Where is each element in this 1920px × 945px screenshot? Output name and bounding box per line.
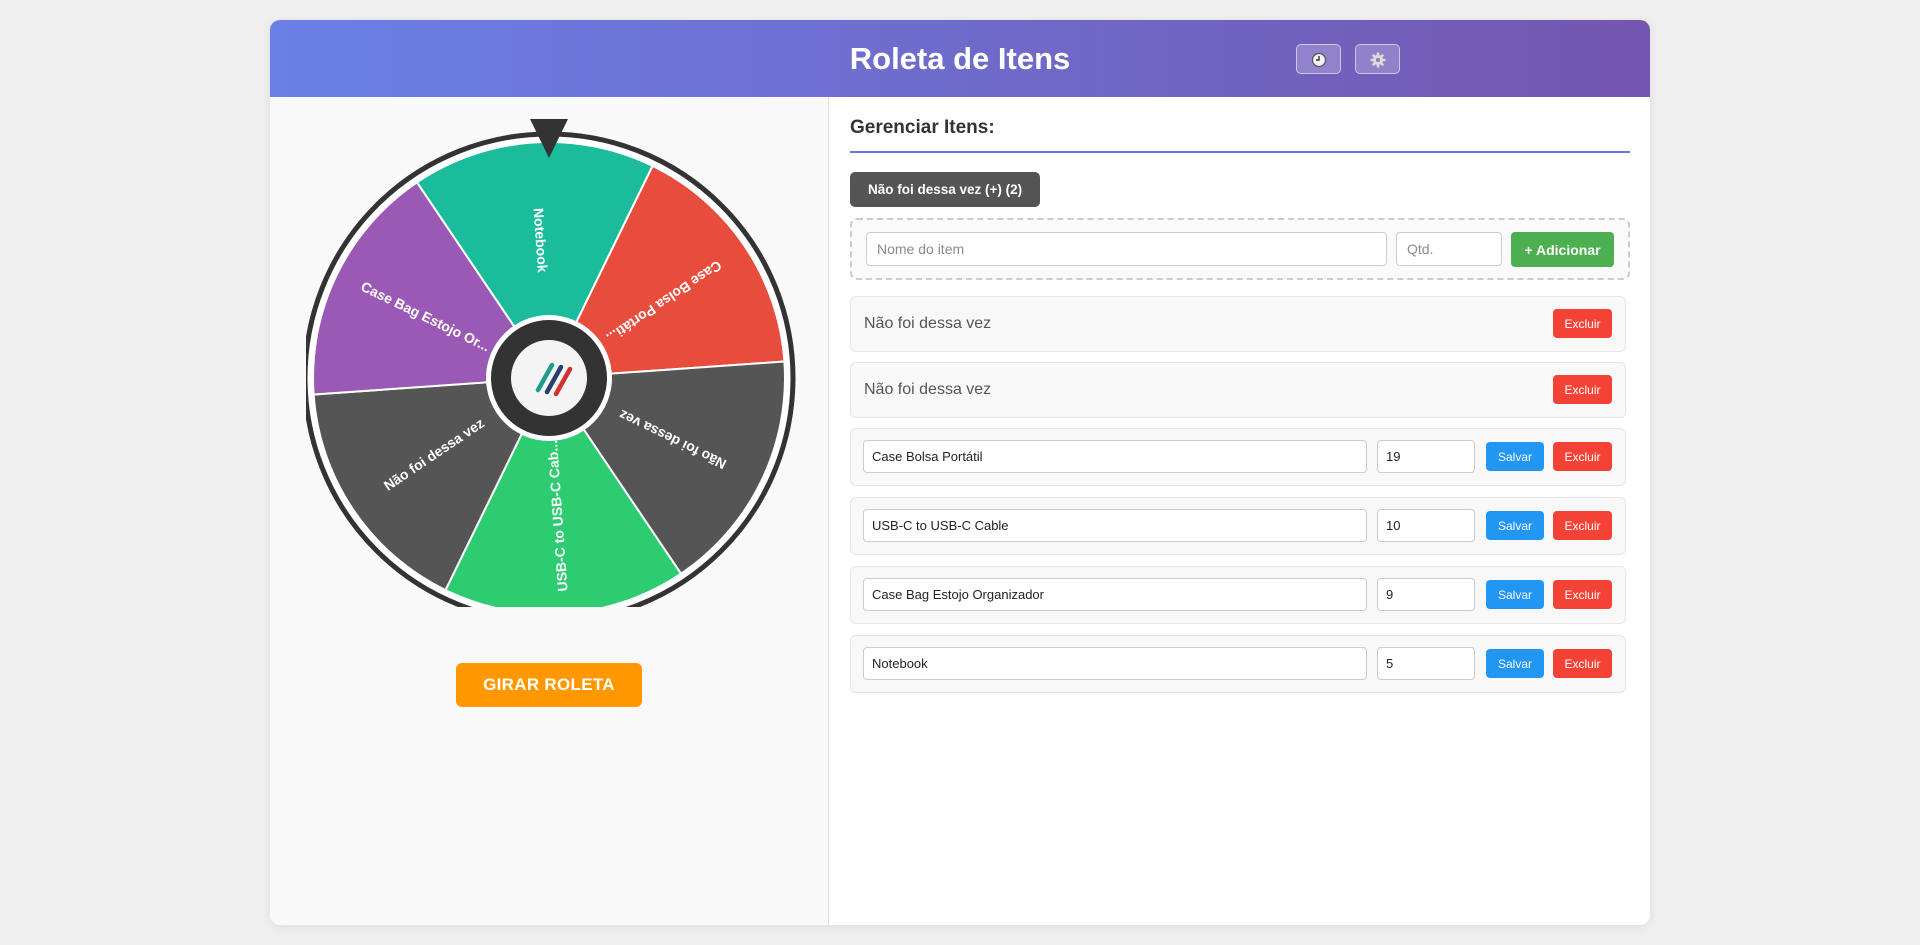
item-qty-field[interactable] bbox=[1377, 578, 1475, 611]
item-qty-input[interactable] bbox=[1396, 232, 1502, 266]
delete-button[interactable]: Excluir bbox=[1553, 375, 1612, 404]
spin-button[interactable]: GIRAR ROLETA bbox=[456, 663, 642, 707]
manage-panel: Gerenciar Itens: Não foi dessa vez (+) (… bbox=[850, 97, 1630, 925]
save-button[interactable]: Salvar bbox=[1486, 649, 1544, 678]
list-item: Salvar Excluir bbox=[850, 497, 1626, 555]
delete-button[interactable]: Excluir bbox=[1553, 649, 1612, 678]
item-label: Não foi dessa vez bbox=[864, 315, 992, 332]
header-bar: Roleta de Itens bbox=[270, 20, 1650, 97]
app-window: Roleta de Itens Case Bolsa Portáti... Nã… bbox=[270, 20, 1650, 925]
list-item: Não foi dessa vez Excluir bbox=[850, 296, 1626, 352]
add-item-button[interactable]: + Adicionar bbox=[1511, 232, 1614, 267]
gear-icon bbox=[1370, 52, 1386, 68]
item-name-field[interactable] bbox=[863, 647, 1367, 680]
item-label: Não foi dessa vez bbox=[864, 381, 992, 398]
clock-icon bbox=[1311, 52, 1327, 68]
item-name-field[interactable] bbox=[863, 440, 1367, 473]
history-button[interactable] bbox=[1296, 44, 1341, 74]
delete-button[interactable]: Excluir bbox=[1553, 580, 1612, 609]
list-item: Não foi dessa vez Excluir bbox=[850, 362, 1626, 418]
wheel-panel: Case Bolsa Portáti... Não foi dessa vez US… bbox=[270, 97, 829, 925]
prize-wheel[interactable]: Case Bolsa Portáti...Não foi dessa vezUS… bbox=[306, 107, 796, 607]
add-item-form: + Adicionar bbox=[850, 218, 1630, 280]
delete-button[interactable]: Excluir bbox=[1553, 309, 1612, 338]
item-name-field[interactable] bbox=[863, 509, 1367, 542]
delete-button[interactable]: Excluir bbox=[1553, 442, 1612, 471]
settings-button[interactable] bbox=[1355, 44, 1400, 74]
save-button[interactable]: Salvar bbox=[1486, 511, 1544, 540]
item-name-input[interactable] bbox=[866, 232, 1387, 266]
list-item: Salvar Excluir bbox=[850, 428, 1626, 486]
consolation-item-tag[interactable]: Não foi dessa vez (+) (2) bbox=[850, 172, 1041, 207]
wheel-hub[interactable] bbox=[486, 315, 612, 441]
page-title: Roleta de Itens bbox=[849, 41, 1071, 76]
item-name-field[interactable] bbox=[863, 578, 1367, 611]
list-item: Salvar Excluir bbox=[850, 635, 1626, 693]
save-button[interactable]: Salvar bbox=[1486, 442, 1544, 471]
manage-title: Gerenciar Itens: bbox=[850, 117, 995, 138]
delete-button[interactable]: Excluir bbox=[1553, 511, 1612, 540]
item-qty-field[interactable] bbox=[1377, 440, 1475, 473]
list-item: Salvar Excluir bbox=[850, 566, 1626, 624]
item-qty-field[interactable] bbox=[1377, 647, 1475, 680]
save-button[interactable]: Salvar bbox=[1486, 580, 1544, 609]
item-qty-field[interactable] bbox=[1377, 509, 1475, 542]
title-divider bbox=[850, 151, 1630, 153]
